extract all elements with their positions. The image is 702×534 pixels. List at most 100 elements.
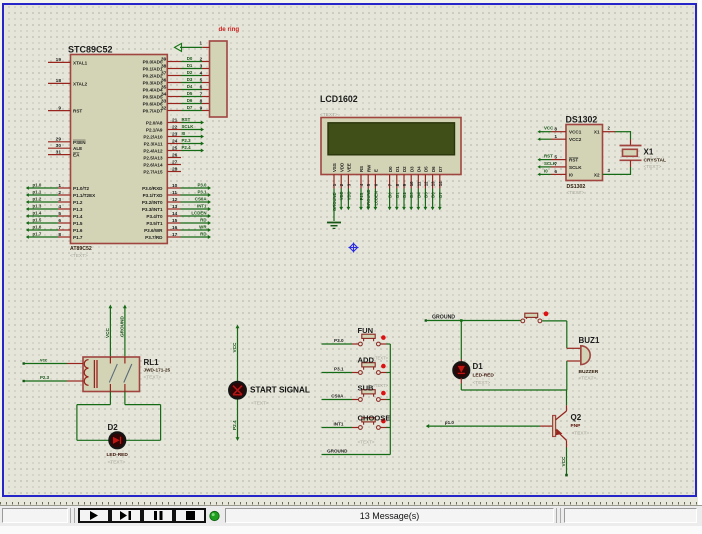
- svg-text:P2.3/A11: P2.3/A11: [144, 142, 163, 147]
- svg-text:P3.7/RD: P3.7/RD: [145, 235, 163, 240]
- svg-text:GROUND: GROUND: [366, 189, 371, 208]
- svg-text:D1: D1: [187, 63, 193, 68]
- svg-text:RST: RST: [73, 109, 82, 114]
- svg-text:CS0A: CS0A: [195, 197, 208, 202]
- svg-text:RST: RST: [544, 154, 553, 159]
- svg-text:P2.7/A15: P2.7/A15: [143, 170, 163, 175]
- svg-text:p1.2: p1.2: [33, 197, 42, 202]
- svg-text:P0.5/AD5: P0.5/AD5: [143, 95, 163, 100]
- svg-text:P2.0/A8: P2.0/A8: [146, 121, 163, 126]
- svg-text:6: 6: [58, 218, 61, 224]
- svg-text:P3.0: P3.0: [197, 183, 207, 188]
- svg-text:VSS: VSS: [332, 163, 337, 172]
- svg-text:P2.2/A10: P2.2/A10: [143, 135, 163, 140]
- svg-text:P0.4/AD4: P0.4/AD4: [143, 88, 163, 93]
- svg-text:P0.7/AD7: P0.7/AD7: [143, 109, 163, 114]
- svg-text:RST: RST: [569, 158, 578, 163]
- svg-text:AT89C52: AT89C52: [70, 246, 92, 252]
- svg-text:3: 3: [200, 63, 203, 69]
- svg-text:CHOOSE: CHOOSE: [358, 414, 391, 423]
- svg-text:D4: D4: [416, 192, 421, 198]
- svg-text:<TEXT>: <TEXT>: [473, 380, 491, 386]
- svg-text:18: 18: [56, 78, 62, 84]
- svg-text:<TEXT>: <TEXT>: [644, 164, 662, 170]
- svg-text:I0: I0: [544, 168, 548, 173]
- svg-text:CRYSTAL: CRYSTAL: [644, 157, 667, 163]
- svg-text:GROUND: GROUND: [432, 315, 455, 321]
- svg-text:D0: D0: [388, 166, 393, 172]
- svg-text:X2: X2: [594, 172, 600, 177]
- svg-text:4: 4: [200, 70, 203, 76]
- svg-text:D7: D7: [438, 192, 443, 198]
- svg-text:EA: EA: [73, 153, 80, 158]
- svg-text:RW: RW: [366, 164, 371, 172]
- svg-text:D3: D3: [409, 192, 414, 198]
- svg-text:33: 33: [161, 98, 167, 104]
- svg-text:P3.6/WR: P3.6/WR: [144, 228, 163, 233]
- svg-text:Q2: Q2: [571, 413, 582, 422]
- svg-text:D1: D1: [395, 192, 400, 198]
- svg-text:<TEXT>: <TEXT>: [358, 439, 375, 444]
- svg-text:P0.6/AD6: P0.6/AD6: [143, 102, 163, 107]
- svg-text:5: 5: [200, 77, 203, 83]
- svg-text:3: 3: [608, 168, 611, 173]
- svg-text:D2: D2: [402, 166, 407, 172]
- svg-text:X1: X1: [594, 130, 600, 135]
- svg-text:LED-RED: LED-RED: [107, 452, 129, 458]
- svg-text:P3.5/T1: P3.5/T1: [146, 221, 163, 226]
- svg-text:2: 2: [200, 56, 203, 62]
- svg-text:FUN: FUN: [358, 326, 374, 335]
- svg-text:INT1: INT1: [334, 421, 344, 426]
- svg-text:39: 39: [161, 56, 167, 62]
- svg-text:P2.3: P2.3: [182, 138, 192, 143]
- svg-text:<TEXT>: <TEXT>: [572, 430, 590, 436]
- svg-text:P2.6/A14: P2.6/A14: [143, 163, 163, 168]
- svg-text:D0: D0: [388, 192, 393, 198]
- svg-text:E: E: [374, 169, 379, 172]
- svg-text:9: 9: [200, 105, 203, 111]
- svg-text:D4: D4: [417, 166, 422, 172]
- svg-text:RD: RD: [200, 232, 206, 237]
- svg-text:P1.6: P1.6: [73, 228, 83, 233]
- svg-text:5: 5: [58, 211, 61, 217]
- svg-text:7: 7: [58, 225, 61, 231]
- svg-text:D7: D7: [187, 105, 193, 110]
- svg-text:P0.3/AD3: P0.3/AD3: [143, 81, 163, 86]
- svg-text:9: 9: [58, 105, 61, 111]
- svg-text:GROUND: GROUND: [327, 448, 348, 453]
- svg-text:31: 31: [56, 149, 62, 155]
- svg-text:WR: WR: [199, 225, 207, 230]
- svg-text:P1.4: P1.4: [73, 214, 83, 219]
- svg-text:D1: D1: [473, 362, 484, 371]
- svg-text:D5: D5: [423, 192, 428, 198]
- svg-text:P2.4: P2.4: [232, 420, 237, 430]
- svg-text:D6: D6: [431, 166, 436, 172]
- svg-text:p1.0: p1.0: [33, 183, 42, 188]
- svg-text:LCD1602: LCD1602: [320, 94, 358, 104]
- svg-text:<TEXT>: <TEXT>: [108, 459, 126, 465]
- svg-text:13: 13: [431, 181, 436, 186]
- svg-text:LCDEN: LCDEN: [373, 191, 378, 205]
- svg-text:19: 19: [56, 57, 62, 63]
- svg-text:P3.3/INT1: P3.3/INT1: [142, 207, 163, 212]
- svg-text:p1.4: p1.4: [33, 211, 42, 216]
- svg-text:p1.5: p1.5: [33, 218, 42, 223]
- svg-text:11: 11: [416, 181, 421, 186]
- svg-text:D4: D4: [187, 84, 193, 89]
- svg-text:1: 1: [58, 183, 61, 189]
- svg-text:12: 12: [423, 181, 428, 186]
- svg-text:P0.1/AD1: P0.1/AD1: [143, 67, 163, 72]
- svg-text:<TEXT>: <TEXT>: [70, 253, 88, 259]
- svg-text:DS1302: DS1302: [566, 115, 598, 125]
- svg-text:30: 30: [56, 143, 62, 149]
- svg-text:I0: I0: [569, 172, 573, 177]
- svg-text:p1.0: p1.0: [445, 420, 455, 425]
- svg-text:<TEXT>: <TEXT>: [144, 375, 162, 381]
- svg-text:INT1: INT1: [197, 204, 207, 209]
- svg-text:vcc: vcc: [40, 358, 48, 363]
- svg-text:p1.3: p1.3: [33, 204, 42, 209]
- svg-text:CS0A: CS0A: [331, 393, 344, 398]
- svg-text:<TEXT>: <TEXT>: [579, 375, 597, 381]
- svg-text:DS1302: DS1302: [567, 184, 586, 190]
- svg-text:P1.2: P1.2: [73, 200, 83, 205]
